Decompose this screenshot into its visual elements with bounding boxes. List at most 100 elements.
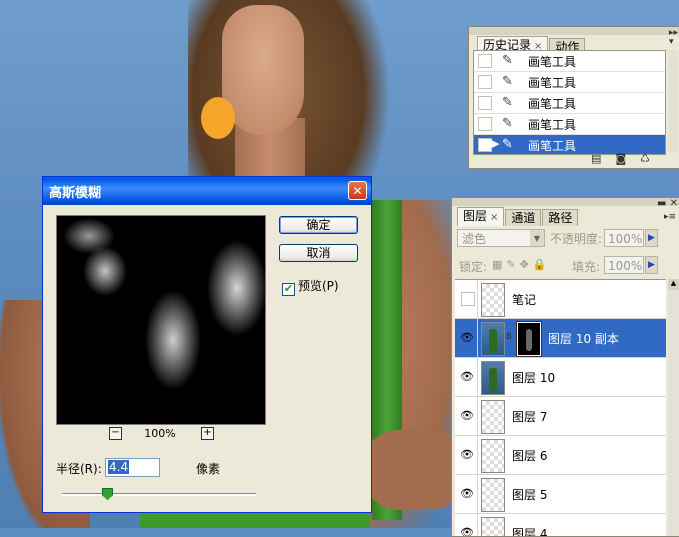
tab-label: 图层 <box>463 209 488 223</box>
eye-icon[interactable]: 👁 <box>457 358 478 396</box>
fill-label: 填充: <box>572 260 601 274</box>
eye-icon[interactable]: 👁 <box>457 436 478 474</box>
history-item[interactable]: ✎ 画笔工具 <box>474 72 665 93</box>
zoom-in-button[interactable]: + <box>201 427 214 440</box>
dialog-title: 高斯模糊 <box>49 186 102 201</box>
history-item-label: 画笔工具 <box>528 118 577 132</box>
snapshot-checkbox[interactable] <box>478 75 492 89</box>
dialog-titlebar[interactable]: 高斯模糊 ✕ <box>43 177 371 205</box>
chevron-down-icon: ▼ <box>530 230 544 246</box>
zoom-value: 100% <box>144 427 176 440</box>
gaussian-blur-dialog: 高斯模糊 ✕ − 100% + 确定 取消 ✔ 预览(P) 半径(R): 4.4 … <box>42 176 372 513</box>
layer-name: 图层 7 <box>512 410 548 424</box>
visibility-toggle[interactable] <box>457 280 478 318</box>
layer-thumbnail <box>481 400 505 434</box>
earring <box>201 97 235 139</box>
layer-row[interactable]: 👁 图层 4 <box>455 514 666 536</box>
snapshot-checkbox[interactable] <box>478 96 492 110</box>
radius-input[interactable]: 4.4 <box>105 458 160 477</box>
cancel-button[interactable]: 取消 <box>279 244 358 262</box>
preview-checkbox-label: 预览(P) <box>298 279 339 293</box>
opacity-arrow-icon[interactable]: ▶ <box>645 229 658 247</box>
layers-tabs: 图层 × 通道 路径 <box>457 207 579 226</box>
snapshot-checkbox[interactable] <box>478 138 492 152</box>
layers-scrollbar[interactable]: ▲ <box>668 279 679 536</box>
panel-titlebar[interactable] <box>452 198 679 206</box>
layer-row[interactable]: 👁 图层 5 <box>455 475 666 514</box>
lock-label: 锁定: <box>459 260 488 274</box>
layer-row[interactable]: 笔记 <box>455 280 666 319</box>
history-state-marker-icon[interactable]: ▶ <box>491 137 499 150</box>
radius-label: 半径(R): <box>56 462 102 476</box>
trash-icon[interactable]: ♺ <box>640 152 664 165</box>
history-item-label: 画笔工具 <box>528 55 577 69</box>
history-item[interactable]: ✎ 画笔工具 <box>474 114 665 135</box>
fill-input[interactable]: 100% <box>604 256 644 274</box>
tab-label: 路径 <box>548 211 573 225</box>
history-item[interactable]: ✎ 画笔工具 <box>474 93 665 114</box>
radius-value: 4.4 <box>108 460 130 474</box>
layer-name: 图层 4 <box>512 527 548 536</box>
history-item-label: 画笔工具 <box>528 139 577 153</box>
panel-menu-icon[interactable]: ▸≡ <box>664 212 676 222</box>
history-footer-icons: ▤◙♺ <box>591 152 664 165</box>
layer-list: 笔记 👁 8 图层 10 副本 👁 图层 10 👁 图层 7 👁 图层 6 👁 <box>455 279 666 536</box>
opacity-input[interactable]: 100% <box>604 229 644 247</box>
tab-paths[interactable]: 路径 <box>542 209 579 226</box>
history-item[interactable]: ✎ 画笔工具 <box>474 51 665 72</box>
opacity-label: 不透明度: <box>550 232 603 246</box>
history-item-label: 画笔工具 <box>528 97 577 111</box>
radius-slider-thumb[interactable] <box>102 488 113 500</box>
eye-icon[interactable]: 👁 <box>457 475 478 513</box>
eye-icon[interactable]: 👁 <box>457 319 478 357</box>
layer-mask-thumbnail[interactable] <box>516 321 542 357</box>
history-panel: ▸▸ ▾ 历史记录 × 动作 ✎ 画笔工具 ✎ 画笔工具 ✎ 画笔工具 ✎ 画笔工具 … <box>468 26 679 169</box>
radius-slider-track[interactable] <box>62 493 256 496</box>
lock-all-icon[interactable]: 🔒 <box>533 258 551 271</box>
snapshot-checkbox[interactable] <box>478 117 492 131</box>
layer-thumbnail <box>481 322 505 356</box>
eye-icon[interactable]: 👁 <box>457 397 478 435</box>
snapshot-checkbox[interactable] <box>478 54 492 68</box>
layer-row-selected[interactable]: 👁 8 图层 10 副本 <box>455 319 666 358</box>
new-document-icon[interactable]: ▤ <box>591 152 615 165</box>
snapshot-icon[interactable]: ◙ <box>615 152 640 165</box>
layer-name: 图层 10 副本 <box>548 332 619 346</box>
layer-row[interactable]: 👁 图层 7 <box>455 397 666 436</box>
close-icon[interactable]: × <box>490 212 498 223</box>
tab-layers[interactable]: 图层 × <box>457 207 505 226</box>
layer-thumbnail <box>481 283 505 317</box>
link-icon[interactable]: 8 <box>506 332 512 342</box>
lock-transparent-icon[interactable]: ▦ <box>492 258 506 271</box>
brush-icon: ✎ <box>502 95 513 110</box>
checkmark-icon[interactable]: ✔ <box>282 283 295 296</box>
layer-row[interactable]: 👁 图层 10 <box>455 358 666 397</box>
ok-button[interactable]: 确定 <box>279 216 358 234</box>
history-scrollbar[interactable] <box>668 50 678 153</box>
lock-move-icon[interactable]: ✥ <box>520 258 533 271</box>
blend-mode-select[interactable]: 滤色 ▼ <box>457 229 545 247</box>
panel-close-icon[interactable]: ▬ ✕ <box>657 198 678 209</box>
lock-brush-icon[interactable]: ✎ <box>506 258 519 271</box>
blur-preview[interactable] <box>56 215 266 425</box>
layer-name: 图层 10 <box>512 371 556 385</box>
preview-blob <box>145 290 201 390</box>
preview-checkbox[interactable]: ✔ 预览(P) <box>282 277 339 296</box>
lock-icons: ▦✎✥🔒 <box>492 258 551 271</box>
tab-label: 通道 <box>511 211 536 225</box>
visibility-box-icon <box>461 292 475 306</box>
layer-row[interactable]: 👁 图层 6 <box>455 436 666 475</box>
blend-mode-value: 滤色 <box>462 232 487 246</box>
layer-thumbnail <box>481 361 505 395</box>
panel-collapse-icon[interactable]: ▸▸ ▾ <box>669 29 678 47</box>
eye-icon[interactable]: 👁 <box>457 514 478 536</box>
brush-icon: ✎ <box>502 74 513 89</box>
layer-thumbnail <box>481 439 505 473</box>
tab-channels[interactable]: 通道 <box>505 209 542 226</box>
panel-titlebar[interactable] <box>469 27 679 35</box>
zoom-controls: − 100% + <box>56 427 264 443</box>
close-button[interactable]: ✕ <box>348 181 367 200</box>
layer-thumbnail <box>481 517 505 536</box>
fill-arrow-icon[interactable]: ▶ <box>645 256 658 274</box>
scroll-up-icon[interactable]: ▲ <box>668 279 679 290</box>
